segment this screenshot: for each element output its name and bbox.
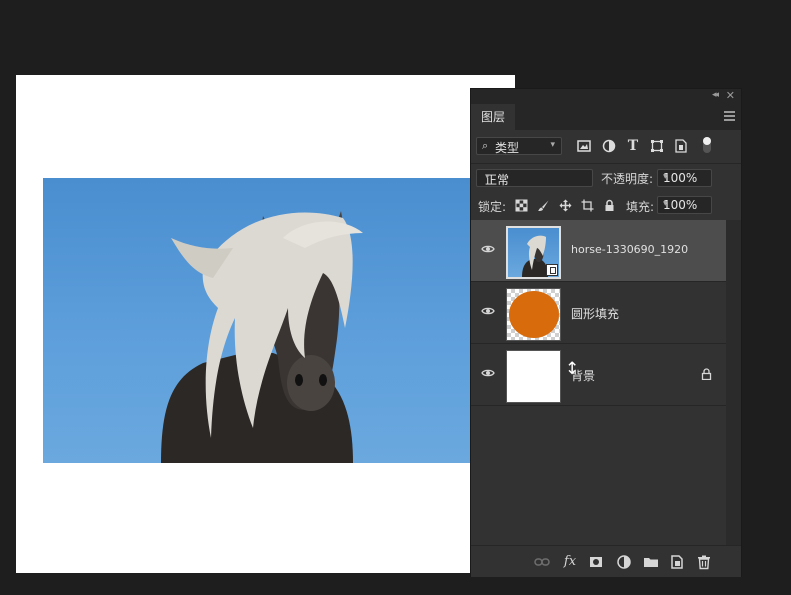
lock-row: 锁定: 填充: 100% ▾ — [471, 191, 741, 220]
delete-layer-trash-icon[interactable] — [696, 554, 712, 570]
visibility-eye-icon[interactable] — [481, 242, 495, 256]
layer-lock-icon[interactable] — [701, 368, 712, 383]
type-filter-icon[interactable]: T — [626, 139, 640, 153]
opacity-field[interactable]: 100% ▾ — [657, 169, 712, 187]
chevron-down-icon: ▾ — [663, 199, 668, 209]
horse-photo — [43, 178, 483, 463]
blend-row: 正常 ▾ 不透明度: 100% ▾ — [471, 164, 741, 191]
blend-mode-select[interactable]: 正常 ▾ — [476, 169, 593, 187]
tab-layers[interactable]: 图层 — [471, 104, 516, 130]
layer-name[interactable]: horse-1330690_1920 — [571, 243, 688, 256]
lock-position-move-icon[interactable] — [559, 199, 572, 212]
fill-label: 填充: — [626, 200, 655, 214]
layers-list: horse-1330690_1920 圆形填充 ↕ 背景 — [471, 220, 726, 545]
panel-tab-bar: 图层 — [471, 104, 741, 130]
shape-filter-icon[interactable] — [650, 139, 664, 153]
panel-title-bar[interactable]: ◂◂ ✕ — [471, 89, 741, 104]
chevron-down-icon: ▾ — [485, 172, 490, 182]
smart-object-badge-icon — [546, 264, 558, 276]
lock-artboard-icon[interactable] — [581, 199, 594, 212]
layer-style-fx-icon[interactable]: fx — [562, 554, 578, 570]
image-filter-icon[interactable] — [577, 139, 591, 153]
layer-row-horse[interactable]: horse-1330690_1920 — [471, 220, 726, 282]
layer-row-circle-fill[interactable]: 圆形填充 — [471, 282, 726, 344]
chevron-down-icon: ▾ — [663, 172, 668, 182]
filter-row: ⌕ 类型 ▾ T — [471, 130, 741, 163]
layers-panel: ◂◂ ✕ 图层 ⌕ 类型 ▾ T 正常 ▾ 不透明度: 100% ▾ 锁定: 填… — [471, 89, 741, 577]
layer-thumbnail[interactable] — [506, 226, 561, 279]
fill-field[interactable]: 100% ▾ — [657, 196, 712, 214]
layer-name[interactable]: 圆形填充 — [571, 305, 619, 322]
close-icon[interactable]: ✕ — [726, 89, 735, 102]
visibility-eye-icon[interactable] — [481, 304, 495, 318]
filter-type-select[interactable]: ⌕ 类型 ▾ — [476, 137, 562, 155]
layer-name[interactable]: 背景 — [571, 367, 595, 384]
visibility-eye-icon[interactable] — [481, 366, 495, 380]
collapse-icon[interactable]: ◂◂ — [712, 90, 719, 100]
link-layers-icon[interactable] — [534, 554, 550, 570]
layer-row-background[interactable]: ↕ 背景 — [471, 344, 726, 406]
orange-circle-shape — [509, 291, 559, 338]
search-icon: ⌕ — [482, 139, 489, 152]
lock-all-icon[interactable] — [603, 199, 616, 212]
horse-illustration — [161, 211, 363, 463]
new-adjustment-layer-icon[interactable] — [616, 554, 632, 570]
panel-menu-icon[interactable] — [724, 111, 735, 121]
lock-label: 锁定: — [478, 200, 507, 214]
layer-thumbnail[interactable] — [506, 288, 561, 341]
new-group-folder-icon[interactable] — [643, 554, 659, 570]
smart-object-filter-icon[interactable] — [674, 139, 688, 153]
layer-thumbnail[interactable] — [506, 350, 561, 403]
add-mask-icon[interactable] — [588, 554, 604, 570]
layers-scrollbar[interactable] — [726, 220, 741, 545]
filter-type-label: 类型 — [495, 141, 520, 155]
filter-toggle[interactable] — [703, 137, 711, 153]
adjustment-filter-icon[interactable] — [602, 139, 616, 153]
chevron-down-icon: ▾ — [550, 140, 555, 150]
lock-transparent-icon[interactable] — [515, 199, 528, 212]
layers-bottom-toolbar: fx — [471, 545, 741, 577]
lock-image-brush-icon[interactable] — [537, 199, 550, 212]
new-layer-icon[interactable] — [669, 554, 685, 570]
opacity-label: 不透明度: — [601, 172, 654, 186]
